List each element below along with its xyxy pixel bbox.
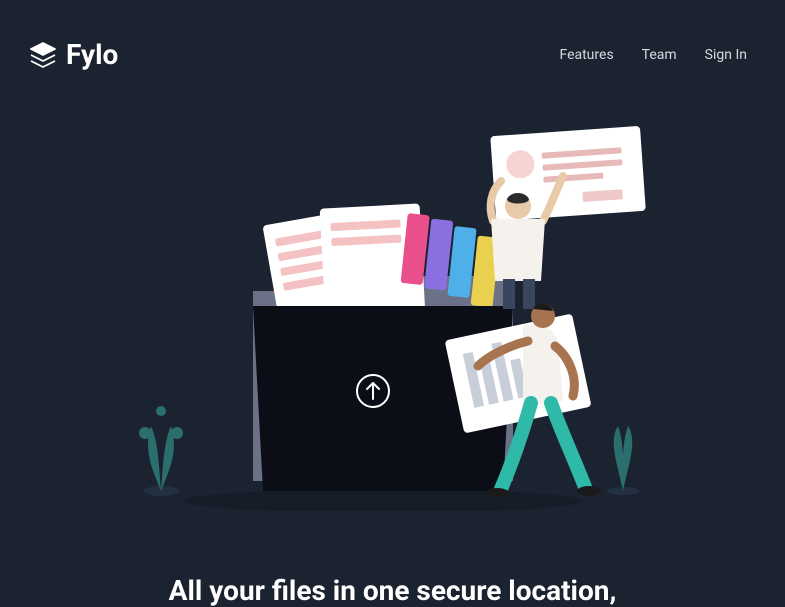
nav: Features Team Sign In — [559, 47, 747, 63]
hero — [0, 71, 785, 511]
logo-text: Fylo — [66, 38, 118, 71]
plant-right-icon — [607, 426, 639, 495]
logo[interactable]: Fylo — [28, 38, 118, 71]
nav-signin[interactable]: Sign In — [705, 47, 747, 63]
hero-illustration — [123, 111, 663, 511]
nav-team[interactable]: Team — [642, 47, 677, 63]
header: Fylo Features Team Sign In — [0, 0, 785, 71]
layers-icon — [28, 40, 58, 70]
plant-left-icon — [139, 406, 183, 496]
hero-headline: All your files in one secure location, — [0, 574, 785, 607]
person-top-icon — [490, 126, 646, 309]
nav-features[interactable]: Features — [559, 47, 613, 63]
